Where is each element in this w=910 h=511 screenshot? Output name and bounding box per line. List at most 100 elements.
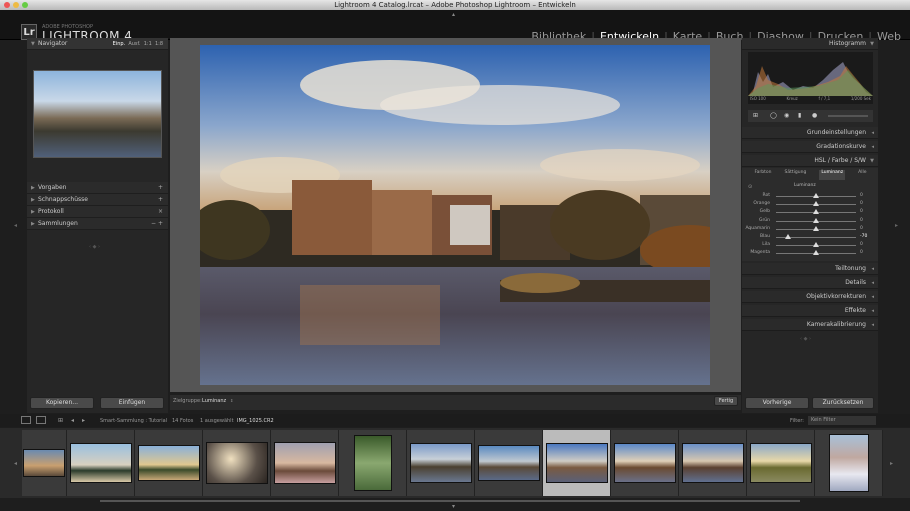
filmstrip-thumb[interactable] bbox=[22, 430, 67, 496]
section-sammlungen[interactable]: ▶ Sammlungen − + bbox=[27, 218, 168, 230]
filmstrip-source[interactable]: Smart-Sammlung : Tutorial bbox=[100, 418, 167, 424]
section-hsl[interactable]: HSL / Farbe / S/W ▼ bbox=[742, 155, 878, 167]
spot-removal-icon[interactable]: ◯ bbox=[770, 112, 777, 119]
tab-alle[interactable]: Alle bbox=[858, 170, 866, 180]
zoom-window-button[interactable] bbox=[22, 2, 28, 8]
section-objektivkorrekturen[interactable]: Objektivkorrekturen ◂ bbox=[742, 291, 878, 303]
target-group-value[interactable]: Luminanz bbox=[202, 398, 226, 404]
target-adjust-icon[interactable]: ⊙ bbox=[748, 184, 752, 190]
graduated-filter-icon[interactable]: ▮ bbox=[798, 112, 801, 119]
hsl-slider-knob[interactable] bbox=[813, 201, 819, 207]
hsl-slider-knob[interactable] bbox=[813, 193, 819, 198]
filmstrip-left-arrow-icon[interactable]: ◂ bbox=[14, 460, 17, 467]
hsl-slider-row[interactable]: Lila 0 bbox=[742, 241, 872, 249]
filmstrip-thumb[interactable] bbox=[135, 430, 203, 496]
red-eye-icon[interactable]: ◉ bbox=[784, 112, 789, 119]
zoom-1-1[interactable]: 1:1 bbox=[144, 41, 152, 47]
section-vorgaben[interactable]: ▶ Vorgaben + bbox=[27, 182, 168, 194]
section-effekte[interactable]: Effekte ◂ bbox=[742, 305, 878, 317]
hsl-slider-value[interactable]: 0 bbox=[860, 218, 863, 223]
filmstrip-thumb[interactable] bbox=[271, 430, 339, 496]
hsl-slider-value[interactable]: 0 bbox=[860, 250, 863, 255]
tab-luminanz[interactable]: Luminanz bbox=[819, 170, 846, 180]
navigator-header[interactable]: ▼ Navigator Einp. Ausf. 1:1 1:8 bbox=[27, 38, 168, 50]
filmstrip-toggle-icon[interactable]: ▾ bbox=[452, 503, 455, 510]
close-window-button[interactable] bbox=[4, 2, 10, 8]
filmstrip-thumb[interactable] bbox=[679, 430, 747, 496]
section-kamerakalibrierung[interactable]: Kamerakalibrierung ◂ bbox=[742, 319, 878, 331]
hsl-slider-knob[interactable] bbox=[813, 250, 819, 256]
zoom-fill[interactable]: Ausf. bbox=[128, 41, 140, 47]
hsl-slider-row[interactable]: Blau -70 bbox=[742, 233, 872, 241]
previous-settings-button[interactable]: Vorherige bbox=[745, 397, 809, 409]
hsl-slider-knob[interactable] bbox=[813, 242, 819, 248]
target-dropdown-icon[interactable]: ⇕ bbox=[230, 398, 233, 403]
copy-settings-button[interactable]: Kopieren... bbox=[30, 397, 94, 409]
grid-icon[interactable]: ⊞ bbox=[58, 417, 63, 424]
hsl-slider-knob[interactable] bbox=[813, 225, 819, 231]
navigator-preview[interactable] bbox=[33, 70, 162, 158]
section-grundeinstellungen[interactable]: Grundeinstellungen ◂ bbox=[742, 127, 878, 139]
forward-arrow-icon[interactable]: ▸ bbox=[82, 417, 85, 424]
reset-button[interactable]: Zurücksetzen bbox=[812, 397, 874, 409]
filmstrip-thumb[interactable] bbox=[407, 430, 475, 496]
filmstrip-right-arrow-icon[interactable]: ▸ bbox=[890, 460, 893, 467]
zoom-1-8[interactable]: 1:8 bbox=[155, 41, 163, 47]
hsl-slider-row[interactable]: Rot 0 bbox=[742, 192, 872, 200]
hsl-slider-row[interactable]: Grün 0 bbox=[742, 217, 872, 225]
tool-slider[interactable] bbox=[828, 115, 868, 117]
hsl-slider-knob[interactable] bbox=[813, 209, 819, 215]
done-button[interactable]: Fertig bbox=[714, 396, 738, 406]
main-photo[interactable] bbox=[200, 45, 710, 385]
histogram-graph bbox=[748, 62, 873, 96]
tab-farbton[interactable]: Farbton bbox=[755, 170, 772, 180]
filter-select[interactable]: Kein Filter bbox=[808, 416, 876, 425]
hsl-slider-label: Magenta bbox=[750, 250, 770, 256]
hsl-slider-value[interactable]: 0 bbox=[860, 193, 863, 198]
filmstrip-thumb[interactable] bbox=[611, 430, 679, 496]
hsl-slider-knob[interactable] bbox=[813, 217, 819, 223]
hsl-slider-value[interactable]: 0 bbox=[860, 226, 863, 231]
hsl-slider-value[interactable]: -70 bbox=[860, 234, 867, 239]
filmstrip-thumb-selected[interactable] bbox=[543, 430, 611, 496]
filmstrip-thumb[interactable] bbox=[747, 430, 815, 496]
header-toggle-icon[interactable]: ▴ bbox=[452, 11, 455, 18]
monitor-1-icon[interactable] bbox=[21, 416, 31, 424]
filmstrip-thumb[interactable] bbox=[475, 430, 543, 496]
filmstrip-thumb[interactable] bbox=[815, 430, 883, 496]
section-gradationskurve[interactable]: Gradationskurve ◂ bbox=[742, 141, 878, 153]
hsl-slider-knob[interactable] bbox=[785, 234, 791, 239]
histogram[interactable]: ISO 100 Kreuz f / 7,1 1/200 Sek bbox=[748, 52, 873, 104]
back-arrow-icon[interactable]: ◂ bbox=[71, 417, 74, 424]
hsl-slider-row[interactable]: Orange 0 bbox=[742, 200, 872, 208]
adjustment-brush-icon[interactable]: ● bbox=[812, 112, 817, 119]
filmstrip-thumb[interactable] bbox=[203, 430, 271, 496]
filmstrip-thumb[interactable] bbox=[67, 430, 135, 496]
left-panel-toggle-icon[interactable]: ◂ bbox=[14, 222, 17, 229]
histogram-header[interactable]: Histogramm ▼ bbox=[742, 38, 878, 50]
crop-tool-icon[interactable]: ⊞ bbox=[753, 112, 758, 119]
filmstrip-thumb[interactable] bbox=[339, 430, 407, 496]
paste-settings-button[interactable]: Einfügen bbox=[100, 397, 164, 409]
monitor-2-icon[interactable] bbox=[36, 416, 46, 424]
section-details[interactable]: Details ◂ bbox=[742, 277, 878, 289]
hsl-slider-row[interactable]: Magenta 0 bbox=[742, 249, 872, 257]
section-schnappschuesse[interactable]: ▶ Schnappschüsse + bbox=[27, 194, 168, 206]
filmstrip-selected: 1 ausgewählt bbox=[200, 418, 234, 424]
tab-saettigung[interactable]: Sättigung bbox=[785, 170, 807, 180]
zoom-fit[interactable]: Einp. bbox=[113, 41, 125, 47]
minimize-window-button[interactable] bbox=[13, 2, 19, 8]
section-protokoll[interactable]: ▶ Protokoll × bbox=[27, 206, 168, 218]
filmstrip-scrollbar[interactable] bbox=[100, 500, 800, 502]
hsl-slider-value[interactable]: 0 bbox=[860, 201, 863, 206]
right-panel-toggle-icon[interactable]: ▸ bbox=[895, 222, 898, 229]
hsl-group-label: Luminanz bbox=[794, 183, 816, 188]
tool-strip: ⊞ ◯ ◉ ▮ ● bbox=[748, 110, 873, 122]
filmstrip-filename[interactable]: IMG_1025.CR2 bbox=[237, 418, 274, 424]
hsl-slider-label: Blau bbox=[760, 234, 770, 239]
hsl-slider-value[interactable]: 0 bbox=[860, 209, 863, 214]
hsl-slider-row[interactable]: Aquamarin 0 bbox=[742, 225, 872, 233]
hsl-slider-value[interactable]: 0 bbox=[860, 242, 863, 247]
hsl-slider-row[interactable]: Gelb 0 bbox=[742, 208, 872, 216]
section-teiltonung[interactable]: Teiltonung ◂ bbox=[742, 263, 878, 275]
